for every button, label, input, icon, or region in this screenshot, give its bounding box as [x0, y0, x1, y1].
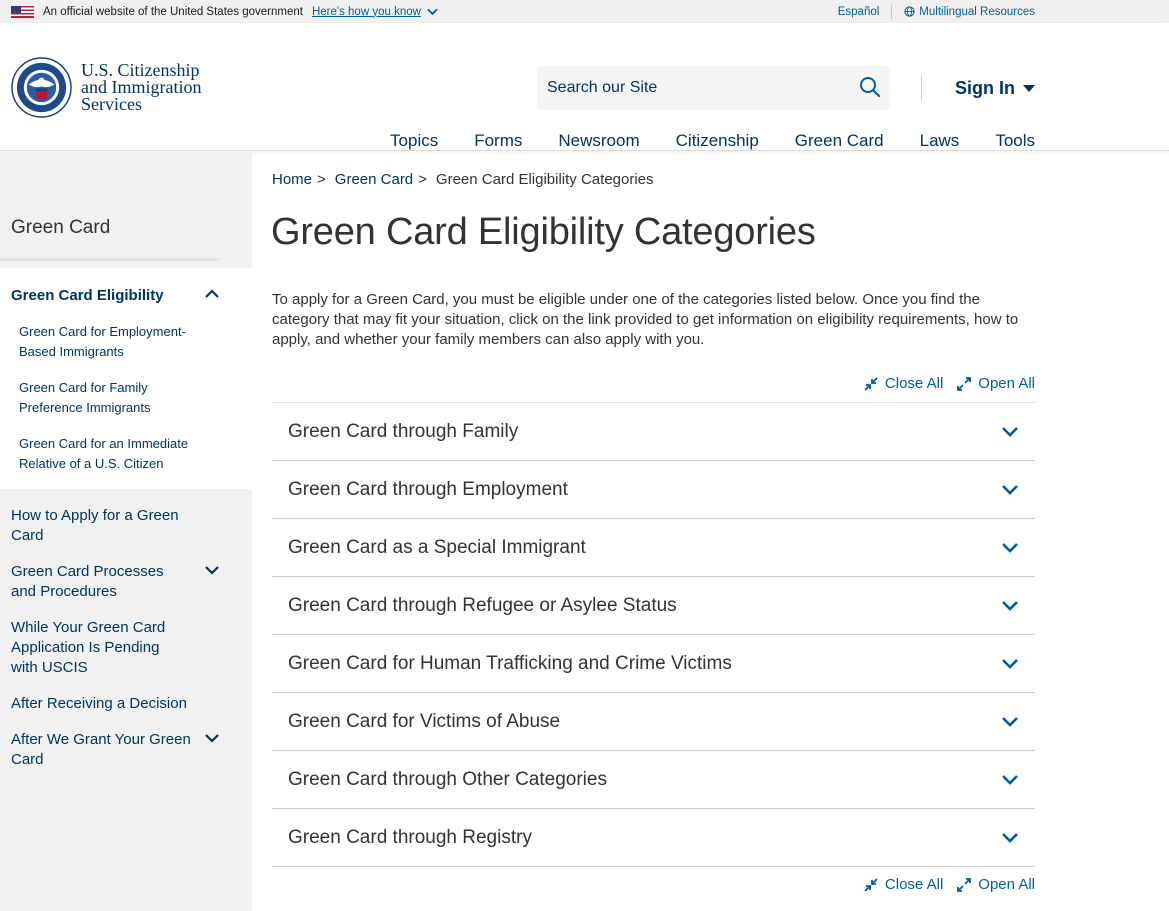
breadcrumb-green-card[interactable]: Green Card	[335, 171, 413, 188]
language-links: Español Multilingual Resources	[838, 0, 1035, 23]
accordion-item-registry[interactable]: Green Card through Registry	[272, 809, 1035, 867]
header-divider	[921, 75, 922, 101]
search-input[interactable]	[537, 79, 837, 97]
nav-tools[interactable]: Tools	[995, 131, 1035, 151]
nav-newsroom[interactable]: Newsroom	[558, 131, 639, 151]
accordion-item-trafficking-crime[interactable]: Green Card for Human Trafficking and Cri…	[272, 635, 1035, 693]
accordion-item-employment[interactable]: Green Card through Employment	[272, 461, 1035, 519]
sidebar-subitem-family-preference[interactable]: Green Card for Family Preference Immigra…	[19, 378, 199, 418]
chevron-down-icon	[1002, 775, 1018, 785]
sidebar-item-processes[interactable]: Green Card Processes and Procedures	[11, 562, 191, 602]
gov-banner: An official website of the United States…	[0, 0, 1169, 23]
chevron-down-icon	[1002, 601, 1018, 611]
breadcrumb: Home > Green Card > Green Card Eligibili…	[272, 171, 654, 188]
sidebar-item-after-decision[interactable]: After Receiving a Decision	[11, 694, 196, 714]
nav-green-card[interactable]: Green Card	[795, 131, 884, 151]
caret-down-icon	[1023, 84, 1035, 92]
logo-text: U.S. Citizenship and Immigration Service…	[81, 61, 201, 114]
sidebar-item-how-to-apply[interactable]: How to Apply for a Green Card	[11, 506, 186, 546]
accordion-label: Green Card through Employment	[288, 478, 568, 500]
close-all-label: Close All	[884, 375, 944, 392]
collapse-icon	[864, 376, 878, 391]
close-all-button[interactable]: Close All	[864, 375, 943, 392]
eligibility-accordion: Green Card through Family Green Card thr…	[272, 402, 1035, 867]
nav-laws[interactable]: Laws	[920, 131, 960, 151]
espanol-link[interactable]: Español	[838, 6, 880, 18]
multilingual-resources-link[interactable]: Multilingual Resources	[904, 6, 1035, 18]
accordion-item-special-immigrant[interactable]: Green Card as a Special Immigrant	[272, 519, 1035, 577]
accordion-item-family[interactable]: Green Card through Family	[272, 403, 1035, 461]
close-all-label: Close All	[884, 876, 944, 893]
collapse-icon	[864, 877, 878, 892]
sidebar: Green Card Green Card Eligibility Green …	[0, 151, 252, 911]
accordion-label: Green Card through Refugee or Asylee Sta…	[288, 594, 677, 616]
chevron-down-icon	[1002, 543, 1018, 553]
globe-icon	[904, 6, 915, 17]
breadcrumb-separator: >	[418, 171, 427, 188]
how-you-know-label: Here's how you know	[311, 5, 421, 18]
nav-citizenship[interactable]: Citizenship	[676, 131, 759, 151]
open-all-button[interactable]: Open All	[957, 876, 1035, 893]
open-all-label: Open All	[978, 375, 1035, 392]
chevron-down-icon	[427, 8, 438, 15]
how-you-know-link[interactable]: Here's how you know	[312, 6, 438, 18]
sign-in-button[interactable]: Sign In	[955, 78, 1035, 99]
accordion-toggles-bottom: Close All Open All	[864, 876, 1035, 893]
chevron-down-icon	[1002, 485, 1018, 495]
accordion-label: Green Card through Registry	[288, 826, 532, 848]
open-all-label: Open All	[978, 876, 1035, 893]
accordion-label: Green Card through Family	[288, 420, 519, 442]
sidebar-subitem-employment[interactable]: Green Card for Employment-Based Immigran…	[19, 322, 199, 362]
accordion-item-refugee-asylee[interactable]: Green Card through Refugee or Asylee Sta…	[272, 577, 1035, 635]
uscis-logo[interactable]: U.S. Citizenship and Immigration Service…	[11, 57, 201, 118]
sidebar-title-rule	[0, 258, 220, 261]
official-site-text: An official website of the United States…	[43, 5, 303, 18]
sidebar-title[interactable]: Green Card	[11, 217, 110, 239]
chevron-up-icon[interactable]	[205, 289, 219, 298]
site-header: U.S. Citizenship and Immigration Service…	[0, 23, 1169, 151]
language-divider	[891, 4, 893, 19]
accordion-label: Green Card through Other Categories	[288, 768, 607, 790]
main-nav: Topics Forms Newsroom Citizenship Green …	[390, 131, 1035, 151]
chevron-down-icon	[1002, 659, 1018, 669]
sidebar-item-after-grant[interactable]: After We Grant Your Green Card	[11, 730, 191, 770]
accordion-item-other-categories[interactable]: Green Card through Other Categories	[272, 751, 1035, 809]
multilingual-label: Multilingual Resources	[919, 5, 1035, 18]
us-flag-icon	[11, 5, 34, 18]
chevron-down-icon[interactable]	[205, 734, 219, 743]
logo-line-3: Services	[81, 94, 142, 114]
breadcrumb-current: Green Card Eligibility Categories	[435, 171, 654, 188]
search-box	[537, 66, 890, 110]
breadcrumb-home[interactable]: Home	[272, 171, 312, 188]
sidebar-subitem-immediate-relative[interactable]: Green Card for an Immediate Relative of …	[19, 434, 199, 474]
expand-icon	[957, 376, 972, 391]
sidebar-item-application-pending[interactable]: While Your Green Card Application Is Pen…	[11, 618, 171, 678]
accordion-label: Green Card for Human Trafficking and Cri…	[288, 652, 732, 674]
sign-in-label: Sign In	[955, 78, 1015, 98]
accordion-toggles-top: Close All Open All	[864, 375, 1035, 392]
accordion-item-victims-abuse[interactable]: Green Card for Victims of Abuse	[272, 693, 1035, 751]
search-icon[interactable]	[859, 76, 881, 98]
expand-icon	[957, 877, 972, 892]
sidebar-item-green-card-eligibility[interactable]: Green Card Eligibility	[11, 287, 164, 304]
chevron-down-icon	[1002, 427, 1018, 437]
nav-forms[interactable]: Forms	[474, 131, 522, 151]
close-all-button[interactable]: Close All	[864, 876, 943, 893]
page-title: Green Card Eligibility Categories	[271, 211, 816, 253]
nav-topics[interactable]: Topics	[390, 131, 438, 151]
accordion-label: Green Card for Victims of Abuse	[288, 710, 561, 732]
accordion-label: Green Card as a Special Immigrant	[288, 536, 586, 558]
breadcrumb-separator: >	[317, 171, 326, 188]
chevron-down-icon	[1002, 717, 1018, 727]
dhs-seal-icon	[11, 57, 72, 118]
intro-paragraph: To apply for a Green Card, you must be e…	[272, 291, 1019, 348]
open-all-button[interactable]: Open All	[957, 375, 1035, 392]
chevron-down-icon	[1002, 833, 1018, 843]
chevron-down-icon[interactable]	[205, 566, 219, 575]
